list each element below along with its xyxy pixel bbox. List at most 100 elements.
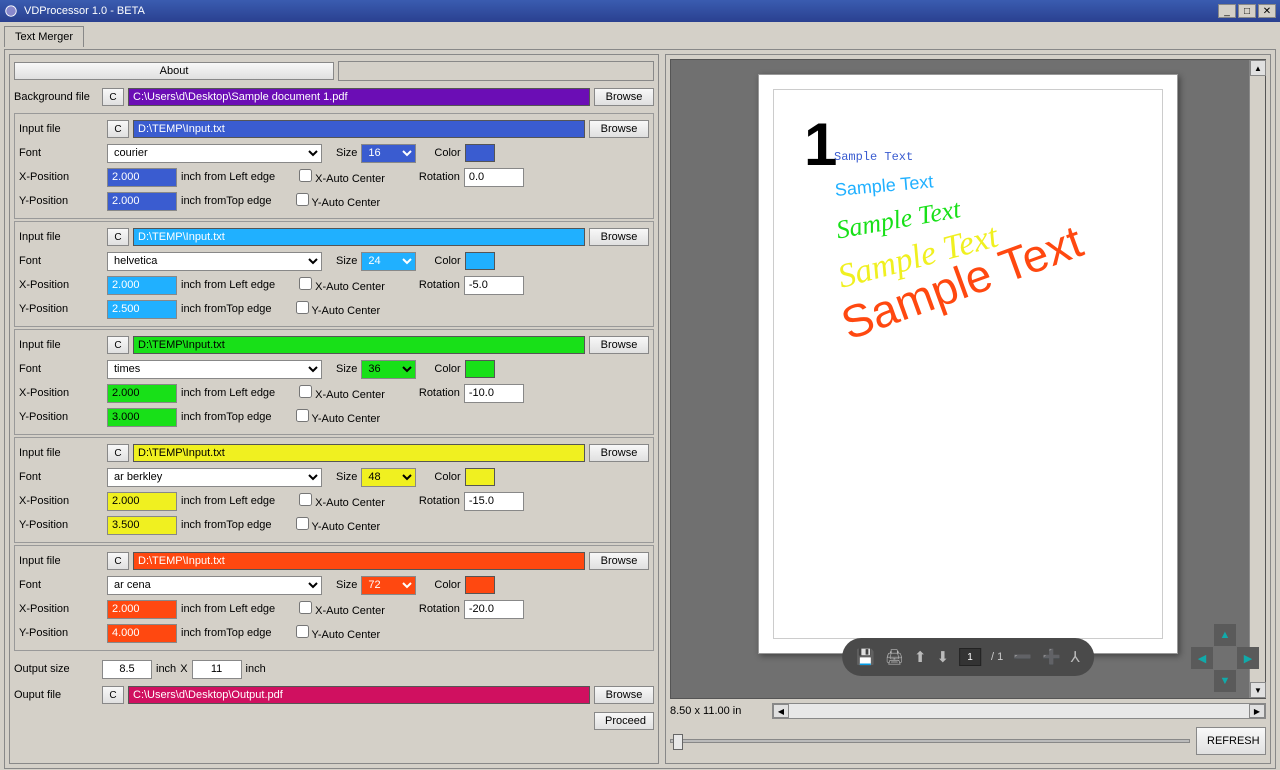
page-down-icon[interactable]: ⬇ <box>936 648 949 666</box>
xauto-label: X-Auto Center <box>315 605 385 617</box>
xauto-checkbox-1[interactable] <box>299 277 312 290</box>
zoom-out-icon[interactable]: ➖ <box>1013 648 1032 666</box>
input-browse-button-0[interactable]: Browse <box>589 120 649 138</box>
output-height-field[interactable] <box>192 660 242 679</box>
maximize-button[interactable]: □ <box>1238 4 1256 18</box>
size-select-3[interactable]: 48 <box>361 468 416 487</box>
background-path-field[interactable]: C:\Users\d\Desktop\Sample document 1.pdf <box>128 88 590 106</box>
input-browse-button-2[interactable]: Browse <box>589 336 649 354</box>
output-width-unit: inch <box>156 663 176 675</box>
background-browse-button[interactable]: Browse <box>594 88 654 106</box>
input-path-field-0[interactable]: D:\TEMP\Input.txt <box>133 120 585 138</box>
zoom-in-icon[interactable]: ➕ <box>1042 648 1061 666</box>
yauto-label: Y-Auto Center <box>312 521 381 533</box>
xauto-checkbox-0[interactable] <box>299 169 312 182</box>
yauto-checkbox-1[interactable] <box>296 301 309 314</box>
yauto-checkbox-3[interactable] <box>296 517 309 530</box>
background-clear-button[interactable]: C <box>102 88 124 106</box>
size-label: Size <box>336 363 357 375</box>
nav-left-button[interactable]: ◀ <box>1191 647 1213 669</box>
output-clear-button[interactable]: C <box>102 686 124 704</box>
input-browse-button-1[interactable]: Browse <box>589 228 649 246</box>
rotation-field-4[interactable] <box>464 600 524 619</box>
font-select-4[interactable]: ar cena <box>107 576 322 595</box>
save-icon[interactable]: 💾 <box>856 648 875 666</box>
pdf-page-input[interactable] <box>959 648 981 666</box>
preview-scrollbar-horizontal[interactable]: ◀▶ <box>772 703 1266 719</box>
xauto-checkbox-2[interactable] <box>299 385 312 398</box>
print-icon[interactable]: 🖨 <box>885 648 904 666</box>
ypos-field-2[interactable] <box>107 408 177 427</box>
xpos-field-2[interactable] <box>107 384 177 403</box>
ypos-field-1[interactable] <box>107 300 177 319</box>
rotation-field-2[interactable] <box>464 384 524 403</box>
nav-right-button[interactable]: ▶ <box>1237 647 1259 669</box>
ypos-label: Y-Position <box>19 195 103 207</box>
xauto-label: X-Auto Center <box>315 497 385 509</box>
input-clear-button-4[interactable]: C <box>107 552 129 570</box>
color-swatch-1[interactable] <box>465 252 495 270</box>
input-browse-button-4[interactable]: Browse <box>589 552 649 570</box>
rotation-label: Rotation <box>419 171 460 183</box>
refresh-button[interactable]: REFRESH <box>1196 727 1266 755</box>
nav-up-button[interactable]: ▲ <box>1214 624 1236 646</box>
font-select-2[interactable]: times <box>107 360 322 379</box>
size-select-0[interactable]: 16 <box>361 144 416 163</box>
color-swatch-3[interactable] <box>465 468 495 486</box>
inch-top-label: inch fromTop edge <box>181 303 272 315</box>
xpos-field-1[interactable] <box>107 276 177 295</box>
input-path-field-3[interactable]: D:\TEMP\Input.txt <box>133 444 585 462</box>
page-up-icon[interactable]: ⬆ <box>914 648 927 666</box>
input-clear-button-1[interactable]: C <box>107 228 129 246</box>
input-file-label: Input file <box>19 231 103 243</box>
font-select-0[interactable]: courier <box>107 144 322 163</box>
output-path-field[interactable]: C:\Users\d\Desktop\Output.pdf <box>128 686 590 704</box>
input-clear-button-3[interactable]: C <box>107 444 129 462</box>
xauto-label: X-Auto Center <box>315 173 385 185</box>
input-block-4: Input file C D:\TEMP\Input.txt Browse Fo… <box>14 545 654 651</box>
rotation-field-3[interactable] <box>464 492 524 511</box>
adobe-icon[interactable]: ⅄ <box>1071 648 1080 666</box>
inch-left-label: inch from Left edge <box>181 603 275 615</box>
size-select-2[interactable]: 36 <box>361 360 416 379</box>
about-button[interactable]: About <box>14 62 334 80</box>
input-browse-button-3[interactable]: Browse <box>589 444 649 462</box>
ypos-field-3[interactable] <box>107 516 177 535</box>
output-height-unit: inch <box>246 663 266 675</box>
input-clear-button-2[interactable]: C <box>107 336 129 354</box>
output-browse-button[interactable]: Browse <box>594 686 654 704</box>
yauto-checkbox-4[interactable] <box>296 625 309 638</box>
input-clear-button-0[interactable]: C <box>107 120 129 138</box>
yauto-checkbox-0[interactable] <box>296 193 309 206</box>
output-width-field[interactable] <box>102 660 152 679</box>
size-select-1[interactable]: 24 <box>361 252 416 271</box>
minimize-button[interactable]: _ <box>1218 4 1236 18</box>
rotation-field-1[interactable] <box>464 276 524 295</box>
nav-down-button[interactable]: ▼ <box>1214 670 1236 692</box>
size-select-4[interactable]: 72 <box>361 576 416 595</box>
font-select-1[interactable]: helvetica <box>107 252 322 271</box>
xpos-field-0[interactable] <box>107 168 177 187</box>
font-select-3[interactable]: ar berkley <box>107 468 322 487</box>
color-swatch-0[interactable] <box>465 144 495 162</box>
color-swatch-4[interactable] <box>465 576 495 594</box>
close-button[interactable]: ✕ <box>1258 4 1276 18</box>
zoom-slider[interactable] <box>670 739 1190 743</box>
input-path-field-1[interactable]: D:\TEMP\Input.txt <box>133 228 585 246</box>
font-label: Font <box>19 147 103 159</box>
xauto-checkbox-4[interactable] <box>299 601 312 614</box>
color-swatch-2[interactable] <box>465 360 495 378</box>
input-path-field-4[interactable]: D:\TEMP\Input.txt <box>133 552 585 570</box>
yauto-checkbox-2[interactable] <box>296 409 309 422</box>
proceed-button[interactable]: Proceed <box>594 712 654 730</box>
input-path-field-2[interactable]: D:\TEMP\Input.txt <box>133 336 585 354</box>
xpos-field-3[interactable] <box>107 492 177 511</box>
rotation-field-0[interactable] <box>464 168 524 187</box>
ypos-field-0[interactable] <box>107 192 177 211</box>
xauto-checkbox-3[interactable] <box>299 493 312 506</box>
ypos-field-4[interactable] <box>107 624 177 643</box>
color-label: Color <box>434 255 460 267</box>
xpos-field-4[interactable] <box>107 600 177 619</box>
tab-text-merger[interactable]: Text Merger <box>4 26 84 47</box>
preview-scrollbar-vertical[interactable] <box>1249 60 1265 698</box>
